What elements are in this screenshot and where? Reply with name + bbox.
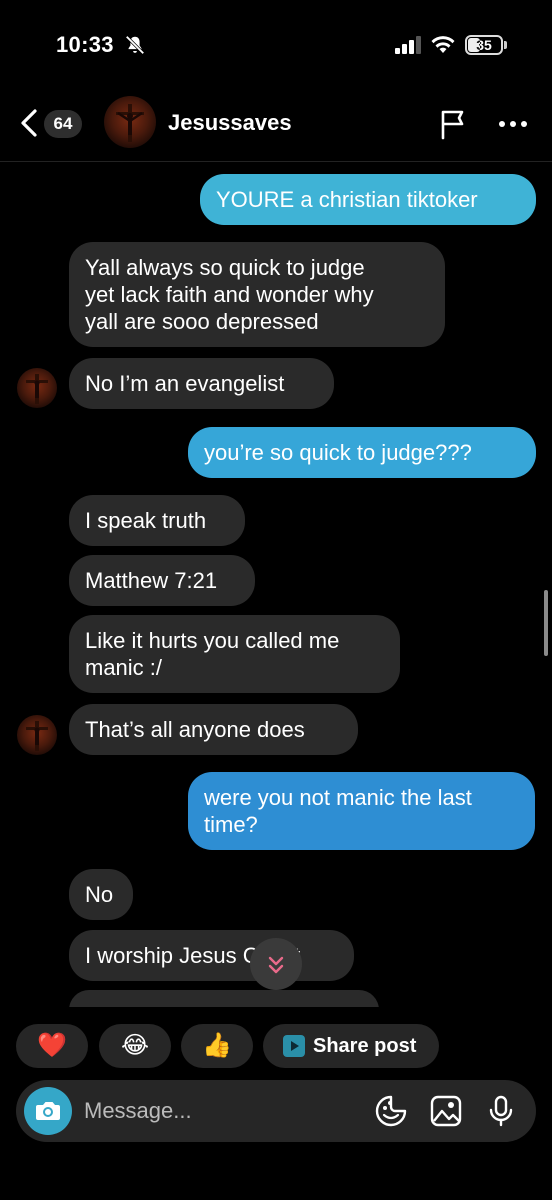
message-received[interactable]: I worship Jesus Christ bbox=[69, 930, 354, 981]
message-received[interactable]: That’s all anyone does bbox=[69, 704, 358, 755]
image-icon[interactable] bbox=[429, 1094, 463, 1128]
share-post-button[interactable]: Share post bbox=[263, 1024, 439, 1068]
message-sent[interactable]: were you not manic the last time? bbox=[188, 772, 535, 850]
crucifix-image bbox=[116, 104, 144, 142]
message-sent[interactable]: YOURE a christian tiktoker bbox=[200, 174, 536, 225]
message-sent[interactable]: you’re so quick to judge??? bbox=[188, 427, 536, 478]
chat-header: 64 Jesussaves bbox=[0, 90, 552, 162]
battery-percent: 35 bbox=[476, 37, 492, 53]
message-received[interactable]: No I’m an evangelist bbox=[69, 358, 334, 409]
unread-count-badge[interactable]: 64 bbox=[44, 110, 82, 138]
message-composer bbox=[16, 1080, 536, 1142]
scrollbar[interactable] bbox=[544, 590, 548, 656]
play-icon bbox=[283, 1035, 305, 1057]
sender-avatar[interactable] bbox=[17, 368, 57, 408]
cellular-signal-icon bbox=[395, 36, 421, 54]
more-icon[interactable] bbox=[498, 120, 528, 128]
crucifix-image bbox=[26, 374, 48, 404]
message-received-partial[interactable] bbox=[69, 990, 379, 1007]
crucifix-image bbox=[26, 721, 48, 751]
chevron-double-down-icon bbox=[268, 956, 284, 974]
chevron-left-icon[interactable] bbox=[18, 108, 40, 138]
sender-avatar[interactable] bbox=[17, 715, 57, 755]
battery-indicator: 35 bbox=[465, 35, 503, 55]
flag-icon[interactable] bbox=[438, 108, 468, 140]
battery-nub bbox=[504, 41, 507, 49]
share-post-label: Share post bbox=[313, 1035, 417, 1057]
message-received[interactable]: No bbox=[69, 869, 133, 920]
camera-button[interactable] bbox=[24, 1087, 72, 1135]
sticker-icon[interactable] bbox=[374, 1094, 408, 1128]
message-received[interactable]: Like it hurts you called me manic :/ bbox=[69, 615, 400, 693]
camera-icon bbox=[36, 1102, 60, 1120]
message-list[interactable]: YOURE a christian tiktoker Yall always s… bbox=[0, 162, 552, 1007]
message-received[interactable]: I speak truth bbox=[69, 495, 245, 546]
message-received[interactable]: Matthew 7:21 bbox=[69, 555, 255, 606]
contact-name[interactable]: Jesussaves bbox=[168, 110, 292, 136]
status-bar: 10:33 35 bbox=[0, 0, 552, 90]
avatar[interactable] bbox=[104, 96, 156, 148]
message-received[interactable]: Yall always so quick to judge yet lack f… bbox=[69, 242, 445, 347]
reaction-heart-button[interactable]: ❤️ bbox=[16, 1024, 88, 1068]
wifi-icon bbox=[431, 36, 455, 53]
status-time: 10:33 bbox=[56, 32, 114, 57]
quick-reactions-bar: ❤️ 😂 👍 Share post bbox=[0, 1024, 552, 1070]
scroll-to-bottom-button[interactable] bbox=[250, 938, 302, 990]
message-input[interactable] bbox=[84, 1080, 364, 1142]
bell-slash-icon bbox=[125, 35, 145, 55]
microphone-icon[interactable] bbox=[484, 1094, 518, 1128]
reaction-thumbs-up-button[interactable]: 👍 bbox=[181, 1024, 253, 1068]
reaction-laugh-button[interactable]: 😂 bbox=[99, 1024, 171, 1068]
